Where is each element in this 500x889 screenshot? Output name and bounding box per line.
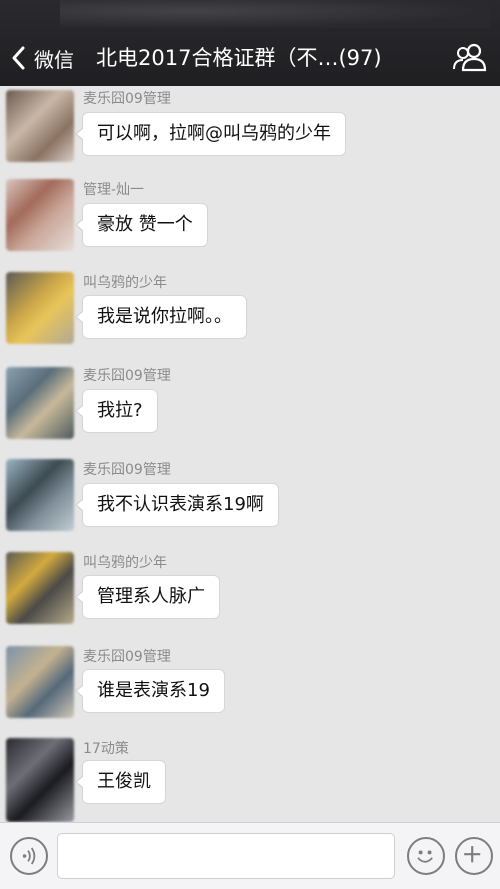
sender-name: 叫乌鸦的少年: [83, 555, 167, 571]
message-bubble[interactable]: 王俊凯: [75, 760, 166, 804]
chat-title: 北电2017合格证群（不…(97): [96, 46, 382, 70]
message-bubble[interactable]: 我拉?: [75, 389, 158, 433]
sender-name: 叫乌鸦的少年: [83, 275, 167, 291]
avatar[interactable]: [6, 367, 74, 439]
message-input[interactable]: [57, 833, 395, 879]
sender-name: 麦乐囧09管理: [83, 91, 171, 107]
emoji-icon[interactable]: [407, 837, 445, 875]
avatar[interactable]: [6, 90, 74, 162]
avatar[interactable]: [6, 459, 74, 531]
plus-icon[interactable]: [455, 837, 493, 875]
avatar[interactable]: [6, 552, 74, 624]
message-bubble[interactable]: 可以啊，拉啊@叫乌鸦的少年: [75, 112, 346, 156]
voice-icon[interactable]: [10, 837, 48, 875]
message-bubble[interactable]: 管理系人脉广: [75, 575, 220, 619]
chat-header: 微信 北电2017合格证群（不…(97): [0, 0, 500, 86]
sender-name: 管理-灿一: [83, 182, 145, 198]
message-bubble[interactable]: 我是说你拉啊。。: [75, 295, 247, 339]
message-bubble[interactable]: 我不认识表演系19啊: [75, 483, 279, 527]
sender-name: 麦乐囧09管理: [83, 462, 171, 478]
avatar[interactable]: [6, 738, 74, 822]
sender-name: 麦乐囧09管理: [83, 368, 171, 384]
back-button[interactable]: 微信: [8, 40, 74, 76]
avatar[interactable]: [6, 272, 74, 344]
sender-name: 麦乐囧09管理: [83, 649, 171, 665]
input-bar: [0, 822, 500, 889]
avatar[interactable]: [6, 179, 74, 251]
message-bubble[interactable]: 豪放 赞一个: [75, 203, 208, 247]
sender-name: 17动策: [83, 741, 129, 757]
chevron-left-icon: [12, 46, 25, 70]
message-bubble[interactable]: 谁是表演系19: [75, 669, 225, 713]
back-label: 微信: [34, 47, 74, 72]
avatar[interactable]: [6, 646, 74, 718]
header-blur: [60, 0, 490, 28]
message-list: 麦乐囧09管理 可以啊，拉啊@叫乌鸦的少年 管理-灿一 豪放 赞一个 叫乌鸦的少…: [0, 86, 500, 822]
group-members-icon[interactable]: [450, 40, 490, 74]
